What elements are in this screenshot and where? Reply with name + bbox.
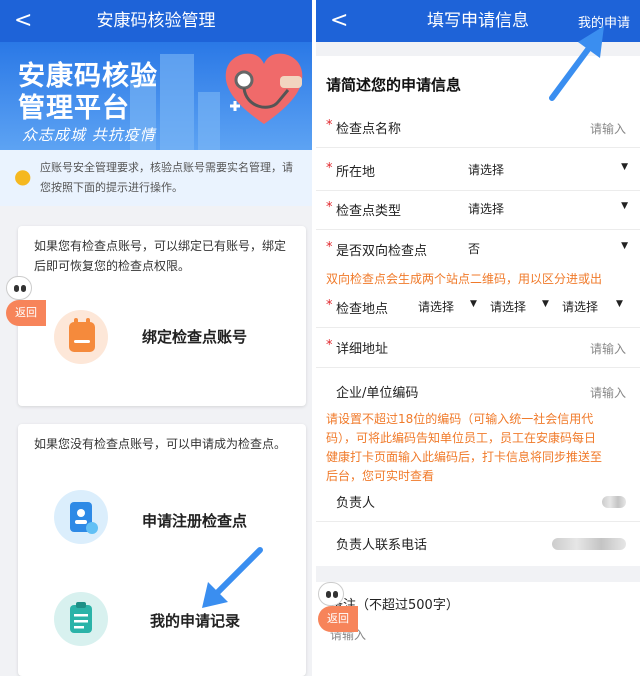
pointer-arrow-icon — [549, 26, 604, 101]
required-mark: * — [326, 161, 333, 176]
contact-phone-label: 负责人联系电话 — [336, 538, 428, 553]
left-nav-bar: < 安康码核验管理 — [0, 0, 312, 42]
right-screen-application-form: < 填写申请信息 我的申请 请简述您的申请信息 * 检查点名称 请输入 * 所在… — [316, 0, 640, 676]
company-code-row[interactable]: 企业/单位编码 请输入 — [316, 372, 640, 412]
two-way-row[interactable]: * 是否双向检查点 否 ▼ — [316, 230, 640, 270]
records-icon-circle — [54, 592, 108, 646]
remarks-row[interactable]: 备注（不超过500字） 请输入 — [316, 588, 640, 648]
pointer-arrow-icon — [202, 547, 263, 608]
code-hint-line3: 健康打卡页面输入此编码后，打卡信息将同步推送至 — [326, 450, 603, 464]
checkpoint-name-row[interactable]: * 检查点名称 请输入 — [316, 108, 640, 148]
bind-desc-line1: 如果您有检查点账号，可以绑定已有账号，绑定 — [34, 239, 287, 253]
bind-desc-line2: 后即可恢复您的检查点权限。 — [34, 259, 191, 273]
register-checkpoint-button[interactable]: 申请注册检查点 — [142, 510, 247, 531]
company-code-hint: 请设置不超过18位的编码（可输入统一社会信用代 码），可将此编码告知单位员工，员… — [326, 410, 634, 486]
hero-banner: 安康码核验 管理平台 众志成城 共抗疫情 — [0, 42, 312, 150]
code-hint-line2: 码），可将此编码告知单位员工，员工在安康码每日 — [326, 431, 597, 445]
register-icon-circle — [54, 490, 108, 544]
blurred-name-value — [602, 496, 626, 508]
checkpoint-type-select[interactable]: 请选择 — [468, 200, 504, 217]
two-way-label: 是否双向检查点 — [336, 244, 428, 259]
required-mark: * — [326, 240, 333, 255]
notebook-icon — [69, 318, 95, 352]
blurred-phone-value — [552, 538, 626, 550]
notice-line1: 应账号安全管理要求，核验点账号需要实名管理，请 — [40, 161, 293, 174]
checkpoint-name-input[interactable]: 请输入 — [590, 120, 626, 137]
screenshot-collage: < 安康码核验管理 安康码核验 管理平台 众志成城 共抗疫情 ● 应账号安全管理… — [0, 0, 640, 676]
notice-bar: ● 应账号安全管理要求，核验点账号需要实名管理，请 您按照下面的提示进行操作。 — [0, 150, 312, 206]
detail-address-input[interactable]: 请输入 — [590, 340, 626, 357]
two-way-hint: 双向检查点会生成两个站点二维码，用以区分进或出 — [326, 272, 603, 286]
person-in-charge-row[interactable]: 负责人 — [316, 482, 640, 522]
two-way-select[interactable]: 否 — [468, 240, 480, 257]
lightbulb-icon: ● — [14, 164, 32, 188]
checkpoint-name-label: 检查点名称 — [336, 122, 402, 137]
float-back-button[interactable]: 返回 — [6, 300, 46, 326]
banner-slogan: 众志成城 共抗疫情 — [22, 126, 156, 144]
required-mark: * — [326, 338, 333, 353]
page-title: 安康码核验管理 — [96, 11, 216, 31]
required-mark: * — [326, 298, 333, 313]
bind-checkpoint-button[interactable]: 绑定检查点账号 — [142, 326, 247, 347]
code-hint-line1: 请设置不超过18位的编码（可输入统一社会信用代 — [326, 412, 594, 426]
dropdown-caret-icon[interactable]: ▼ — [616, 299, 623, 309]
bind-account-card: 如果您有检查点账号，可以绑定已有账号，绑定 后即可恢复您的检查点权限。 绑定检查… — [18, 226, 306, 406]
location-select[interactable]: 请选择 — [468, 161, 504, 178]
heart-stethoscope-icon — [225, 53, 303, 124]
dropdown-caret-icon[interactable]: ▼ — [542, 299, 549, 309]
dropdown-caret-icon[interactable]: ▼ — [621, 162, 628, 172]
required-mark: * — [326, 118, 333, 133]
clipboard-icon — [70, 602, 92, 633]
checkpoint-address-label: 检查地点 — [336, 302, 389, 317]
detail-address-label: 详细地址 — [336, 342, 389, 357]
checkpoint-address-row[interactable]: * 检查地点 请选择 ▼ 请选择 ▼ 请选择 ▼ — [316, 288, 640, 328]
left-screen-management: < 安康码核验管理 安康码核验 管理平台 众志成城 共抗疫情 ● 应账号安全管理… — [0, 0, 312, 676]
detail-address-row[interactable]: * 详细地址 请输入 — [316, 328, 640, 368]
id-card-icon — [70, 502, 98, 534]
location-label: 所在地 — [336, 165, 376, 180]
province-select[interactable]: 请选择 — [418, 298, 454, 315]
banner-title-line2: 管理平台 — [18, 93, 130, 124]
company-code-label: 企业/单位编码 — [336, 386, 419, 401]
dropdown-caret-icon[interactable]: ▼ — [470, 299, 477, 309]
contact-phone-row[interactable]: 负责人联系电话 — [316, 524, 640, 564]
location-row[interactable]: * 所在地 请选择 ▼ — [316, 151, 640, 191]
building-shape — [160, 54, 194, 150]
building-shape — [198, 92, 220, 150]
company-code-input[interactable]: 请输入 — [590, 384, 626, 401]
district-select[interactable]: 请选择 — [562, 298, 598, 315]
mascot-icon — [6, 276, 32, 300]
person-in-charge-label: 负责人 — [336, 496, 376, 511]
notice-line2: 您按照下面的提示进行操作。 — [40, 181, 183, 194]
checkpoint-type-label: 检查点类型 — [336, 204, 402, 219]
form-heading: 请简述您的申请信息 — [326, 76, 462, 94]
divider-strip — [316, 566, 640, 582]
dropdown-caret-icon[interactable]: ▼ — [621, 201, 628, 211]
checkpoint-type-row[interactable]: * 检查点类型 请选择 ▼ — [316, 190, 640, 230]
bind-icon-circle — [54, 310, 108, 364]
float-back-button[interactable]: 返回 — [318, 606, 358, 632]
mascot-icon — [318, 582, 344, 606]
dropdown-caret-icon[interactable]: ▼ — [621, 241, 628, 251]
apply-desc: 如果您没有检查点账号，可以申请成为检查点。 — [34, 437, 287, 451]
city-select[interactable]: 请选择 — [490, 298, 526, 315]
required-mark: * — [326, 200, 333, 215]
